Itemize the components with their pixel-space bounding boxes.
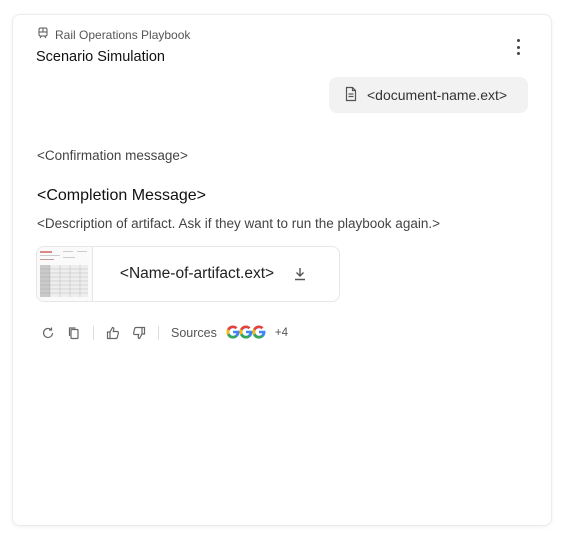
playbook-header: Rail Operations Playbook [37,27,190,42]
sources-more-count[interactable]: +4 [275,327,288,339]
sources-label[interactable]: Sources [171,326,217,340]
google-icon [251,324,267,343]
artifact-description: <Description of artifact. Ask if they wa… [37,216,440,231]
sources-icons[interactable] [225,324,267,343]
copy-icon[interactable] [67,326,81,340]
thumbs-down-icon[interactable] [132,326,146,340]
document-icon [343,86,359,105]
artifact-thumbnail [37,247,93,301]
divider [158,326,159,340]
divider [93,326,94,340]
page-title: Scenario Simulation [36,49,165,65]
confirmation-message: <Confirmation message> [37,148,188,163]
thumbs-up-icon[interactable] [106,326,120,340]
artifact-name: <Name-of-artifact.ext> [119,265,275,282]
chat-card: Rail Operations Playbook Scenario Simula… [12,14,552,526]
download-icon[interactable] [292,266,308,282]
more-vertical-icon[interactable] [515,39,521,55]
attachment-name: <document-name.ext> [367,87,508,103]
playbook-label: Rail Operations Playbook [55,27,191,42]
train-icon [37,27,49,42]
completion-message: <Completion Message> [37,187,206,204]
artifact-card[interactable]: <Name-of-artifact.ext> [36,246,340,302]
attachment-chip[interactable]: <document-name.ext> [329,77,528,113]
refresh-icon[interactable] [41,326,55,340]
message-actions: Sources +4 [41,323,288,343]
